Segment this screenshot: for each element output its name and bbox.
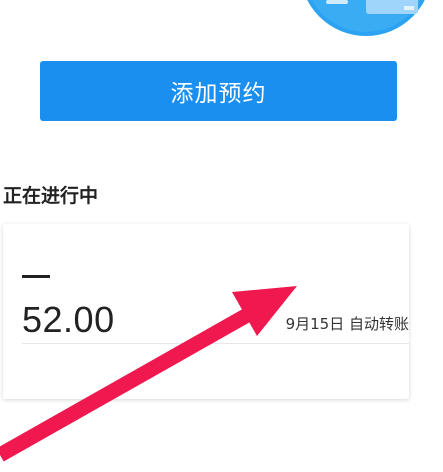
card-illustration-icon (307, 0, 425, 36)
reservation-schedule: 9月15日 自动转账 (285, 315, 409, 333)
section-title-in-progress: 正在进行中 (3, 185, 99, 207)
add-reservation-button[interactable]: 添加预约 (40, 61, 397, 121)
amount-dash (22, 275, 50, 278)
reservation-amount: 52.00 (22, 299, 115, 340)
page: 添加预约 正在进行中 52.00 9月15日 自动转账 (0, 0, 443, 472)
add-reservation-label: 添加预约 (170, 81, 267, 107)
card-divider (22, 343, 409, 344)
reservation-card[interactable]: 52.00 9月15日 自动转账 (3, 224, 409, 399)
